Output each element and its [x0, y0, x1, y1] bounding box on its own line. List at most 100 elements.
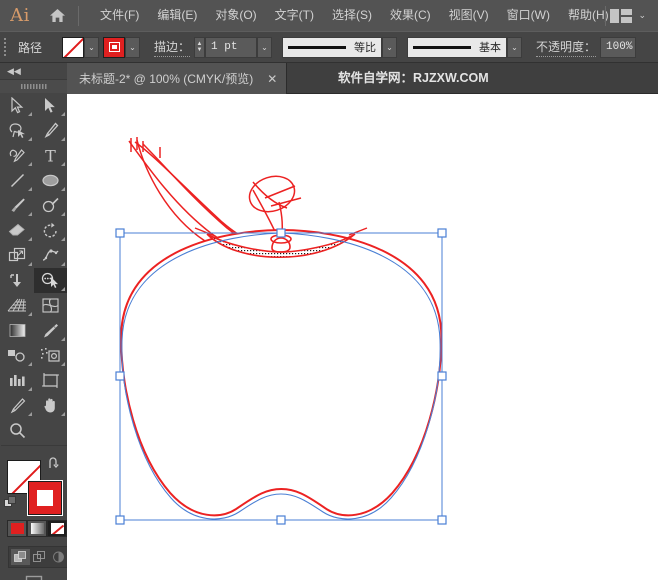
draw-inside-mode[interactable]: [49, 549, 68, 565]
stroke-weight-dropdown[interactable]: ⌄: [257, 37, 272, 58]
fill-swatch-control[interactable]: [62, 37, 84, 58]
tool-group-corner: [61, 112, 65, 116]
opacity-label[interactable]: 不透明度：: [536, 38, 596, 57]
stroke-profile-label: 等比: [354, 39, 376, 55]
stroke-color-swatch[interactable]: [28, 481, 62, 515]
brush-definition-dropdown[interactable]: ⌄: [507, 37, 522, 58]
tool-group-corner: [61, 162, 65, 166]
line-segment-tool[interactable]: [1, 168, 34, 193]
stroke-weight-stepper[interactable]: ▲ ▼: [194, 37, 205, 58]
menu-object[interactable]: 对象(O): [206, 0, 265, 31]
hand-tool[interactable]: [34, 393, 67, 418]
artboard-tool[interactable]: [34, 368, 67, 393]
svg-text:T: T: [45, 147, 56, 164]
blend-tool[interactable]: [1, 343, 34, 368]
draw-normal-mode[interactable]: [11, 549, 30, 565]
tool-panel-grip[interactable]: [0, 80, 67, 93]
stroke-profile-select[interactable]: 等比: [282, 37, 382, 58]
menu-window[interactable]: 窗口(W): [498, 0, 559, 31]
flat-color-preview: [11, 523, 24, 534]
slice-tool[interactable]: [1, 393, 34, 418]
tool-group-corner: [61, 212, 65, 216]
tool-panel-collapse-button[interactable]: ◀◀: [0, 63, 67, 80]
handle-top-right: [438, 229, 446, 237]
close-icon[interactable]: ✕: [267, 72, 277, 86]
column-graph-tool[interactable]: [1, 368, 34, 393]
menu-select[interactable]: 选择(S): [323, 0, 381, 31]
menu-items: 文件(F) 编辑(E) 对象(O) 文字(T) 选择(S) 效果(C) 视图(V…: [91, 0, 618, 31]
menu-view[interactable]: 视图(V): [440, 0, 498, 31]
direct-selection-tool[interactable]: [34, 93, 67, 118]
stroke-profile-dropdown[interactable]: ⌄: [382, 37, 397, 58]
tool-grid: T: [0, 93, 67, 450]
tool-group-corner: [28, 187, 32, 191]
home-icon[interactable]: [40, 0, 74, 31]
rotate-tool[interactable]: [34, 218, 67, 243]
symbol-sprayer-tool[interactable]: [34, 343, 67, 368]
type-tool[interactable]: T: [34, 143, 67, 168]
handle-top-left: [116, 229, 124, 237]
shape-builder-tool[interactable]: [34, 268, 67, 293]
handle-top-center: [277, 229, 285, 237]
swap-fill-stroke-icon[interactable]: [47, 457, 61, 473]
pen-tool[interactable]: [34, 118, 67, 143]
stepper-down-icon: ▼: [197, 47, 203, 53]
menu-effect[interactable]: 效果(C): [381, 0, 440, 31]
shaper-tool[interactable]: [34, 193, 67, 218]
tool-group-corner: [61, 287, 65, 291]
scale-tool[interactable]: [1, 243, 34, 268]
watermark-text: 软件自学网：RJZXW.COM: [338, 63, 489, 94]
color-controls: [0, 454, 67, 532]
eyedropper-tool[interactable]: [34, 318, 67, 343]
tool-group-corner: [28, 212, 32, 216]
control-bar: 路径 ⌄ ⌄ 描边： ▲ ▼ 1 pt ⌄ 等比 ⌄: [0, 31, 658, 63]
paintbrush-tool[interactable]: [1, 193, 34, 218]
apple-body-path: [121, 230, 441, 515]
draw-behind-mode[interactable]: [30, 549, 49, 565]
eraser-tool[interactable]: [1, 218, 34, 243]
color-mode-buttons: [7, 520, 67, 537]
stroke-swatch-control[interactable]: [103, 37, 125, 58]
chevron-down-icon[interactable]: ⌄: [638, 10, 646, 21]
opacity-input[interactable]: 100%: [600, 37, 636, 58]
ai-logo: Ai: [0, 0, 40, 31]
stroke-weight-input[interactable]: 1 pt: [205, 37, 257, 58]
brush-definition-label: 基本: [479, 39, 501, 55]
lasso-tool[interactable]: [1, 118, 34, 143]
stroke-weight-label[interactable]: 描边：: [154, 38, 190, 57]
mesh-tool[interactable]: [34, 293, 67, 318]
workspace-divider: [605, 6, 606, 26]
color-mode-none[interactable]: [47, 520, 67, 537]
width-tool[interactable]: [34, 243, 67, 268]
no-fill-indicator: [63, 38, 83, 57]
tool-group-corner: [28, 237, 32, 241]
ellipse-tool[interactable]: [34, 168, 67, 193]
tool-group-corner: [28, 387, 32, 391]
zoom-tool[interactable]: [1, 418, 34, 443]
menu-type[interactable]: 文字(T): [266, 0, 323, 31]
workspace-switcher[interactable]: ⌄: [601, 0, 652, 31]
control-bar-grip[interactable]: [0, 31, 10, 63]
menu-file[interactable]: 文件(F): [91, 0, 148, 31]
default-fill-stroke-icon[interactable]: [4, 496, 17, 509]
gradient-tool[interactable]: [1, 318, 34, 343]
change-screen-mode-icon[interactable]: [0, 572, 67, 580]
brush-definition-select[interactable]: 基本: [407, 37, 507, 58]
stroke-dropdown[interactable]: ⌄: [125, 37, 140, 58]
stroke-profile-preview: [288, 46, 346, 49]
workspace-panels-icon[interactable]: [610, 9, 632, 23]
color-mode-gradient[interactable]: [27, 520, 47, 537]
color-mode-flat[interactable]: [7, 520, 27, 537]
curvature-tool[interactable]: [1, 143, 34, 168]
free-transform-tool[interactable]: [1, 268, 34, 293]
document-tab-title: 未标题-2* @ 100% (CMYK/预览): [79, 70, 253, 87]
stroke-swatch-inner: [110, 43, 119, 51]
tool-group-corner: [61, 237, 65, 241]
artboard-canvas[interactable]: [67, 94, 658, 580]
document-tab[interactable]: 未标题-2* @ 100% (CMYK/预览) ✕: [67, 63, 287, 94]
fill-dropdown[interactable]: ⌄: [84, 37, 99, 58]
perspective-grid-tool[interactable]: [1, 293, 34, 318]
menu-edit[interactable]: 编辑(E): [148, 0, 206, 31]
none-preview: [51, 523, 64, 534]
selection-tool[interactable]: [1, 93, 34, 118]
